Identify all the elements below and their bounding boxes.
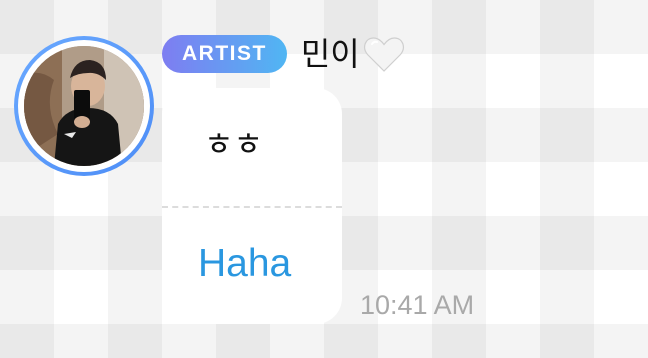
artist-badge: ARTIST — [162, 35, 287, 73]
translated-message-text: Haha — [198, 242, 292, 285]
sender-name[interactable]: 민이 — [301, 38, 360, 70]
message-timestamp: 10:41 AM — [360, 290, 475, 320]
avatar-photo — [24, 46, 144, 166]
translation-divider — [162, 206, 342, 208]
original-message-text: ㅎㅎ — [204, 125, 263, 163]
avatar[interactable] — [14, 36, 154, 176]
message-bubble[interactable]: ㅎㅎ Haha — [162, 88, 342, 324]
avatar-border — [18, 40, 150, 172]
message-header: ARTIST 민이 — [162, 32, 406, 76]
avatar-image — [24, 46, 144, 166]
white-heart-icon — [363, 37, 404, 72]
